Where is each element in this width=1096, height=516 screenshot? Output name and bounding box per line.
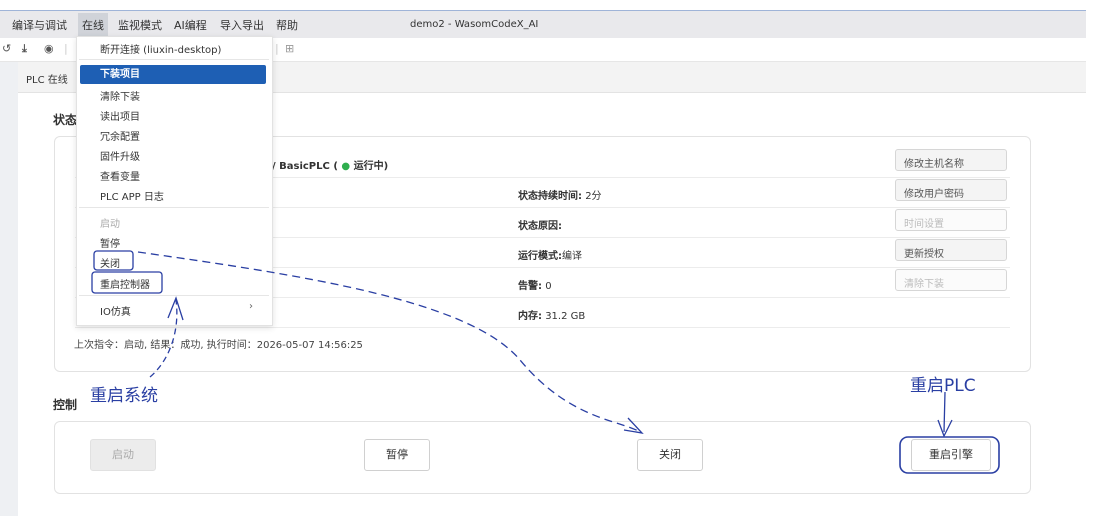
memory-value: 31.2 GB	[545, 311, 586, 322]
restart-engine-button[interactable]: 重启引擎	[911, 439, 991, 471]
menu-item-read-project[interactable]: 读出项目	[100, 108, 140, 123]
update-license-button[interactable]: 更新授权	[895, 239, 1007, 261]
menu-help[interactable]: 帮助	[276, 17, 298, 33]
toolbar-divider: |	[64, 42, 68, 55]
close-button[interactable]: 关闭	[637, 439, 703, 471]
menu-separator-3	[79, 295, 269, 296]
menu-item-clear-download[interactable]: 清除下装	[100, 88, 140, 103]
control-card	[54, 421, 1031, 494]
duration-label: 状态持续时间:	[518, 191, 582, 202]
device-text: / BasicPLC ( ● 运行中)	[272, 161, 389, 172]
menu-item-firmware[interactable]: 固件升级	[100, 148, 140, 163]
menu-monitor-mode[interactable]: 监视模式	[118, 17, 162, 33]
download-icon[interactable]: ⤓	[22, 42, 27, 56]
menu-item-close[interactable]: 关闭	[100, 255, 120, 270]
change-password-button[interactable]: 修改用户密码	[895, 179, 1007, 201]
menu-item-download-project[interactable]: 下装项目	[80, 65, 266, 84]
menu-bar: 编译与调试 在线 监视模式 AI编程 导入导出 帮助 demo2 - Wasom…	[0, 10, 1086, 38]
chevron-right-icon: ›	[249, 301, 253, 312]
online-dropdown-menu: 断开连接 (liuxin-desktop) 下装项目 清除下装 读出项目 冗余配…	[76, 36, 273, 326]
eye-icon[interactable]: ◉	[44, 42, 54, 55]
menu-online[interactable]: 在线	[78, 13, 108, 37]
clear-download-button[interactable]: 清除下装	[895, 269, 1007, 291]
toolbar-divider-2: |	[275, 42, 279, 55]
pause-button[interactable]: 暂停	[364, 439, 430, 471]
menu-separator-2	[79, 207, 269, 208]
mode-value: 编译	[562, 251, 582, 262]
menu-item-restart-controller[interactable]: 重启控制器	[100, 276, 150, 291]
status-section-title: 状态	[53, 113, 78, 127]
undo-icon[interactable]: ↺	[2, 42, 11, 55]
menu-compile-debug[interactable]: 编译与调试	[12, 17, 67, 33]
menu-import-export[interactable]: 导入导出	[220, 17, 264, 33]
running-dot-icon: ●	[341, 161, 351, 172]
reason-label: 状态原因:	[518, 221, 562, 232]
menu-item-app-log[interactable]: PLC APP 日志	[100, 188, 164, 203]
alarm-value: 0	[545, 281, 552, 292]
rename-host-button[interactable]: 修改主机名称	[895, 149, 1007, 171]
memory-label: 内存:	[518, 311, 542, 322]
menu-item-redundancy[interactable]: 冗余配置	[100, 128, 140, 143]
box-icon[interactable]: ⊞	[285, 42, 294, 55]
menu-item-start[interactable]: 启动	[100, 215, 120, 230]
annotation-restart-plc: 重启PLC	[910, 376, 976, 396]
mode-label: 运行模式:	[518, 251, 562, 262]
control-section-title: 控制	[53, 398, 78, 412]
menu-separator	[79, 59, 269, 60]
menu-item-io-sim[interactable]: IO仿真	[100, 303, 131, 318]
last-command-text: 上次指令：启动, 结果：成功, 执行时间：2026-05-07 14:56:25	[74, 340, 363, 351]
duration-value: 2分	[585, 191, 602, 202]
annotation-restart-system: 重启系统	[90, 386, 158, 406]
left-strip	[0, 62, 18, 516]
menu-item-view-vars[interactable]: 查看变量	[100, 168, 140, 183]
window-title: demo2 - WasomCodeX_AI	[410, 19, 539, 30]
menu-ai-programming[interactable]: AI编程	[174, 17, 207, 33]
start-button[interactable]: 启动	[90, 439, 156, 471]
alarm-label: 告警:	[518, 281, 542, 292]
tab-plc-online[interactable]: PLC 在线	[26, 71, 68, 86]
menu-item-disconnect[interactable]: 断开连接 (liuxin-desktop)	[100, 41, 221, 56]
time-settings-button[interactable]: 时间设置	[895, 209, 1007, 231]
menu-item-pause[interactable]: 暂停	[100, 235, 120, 250]
